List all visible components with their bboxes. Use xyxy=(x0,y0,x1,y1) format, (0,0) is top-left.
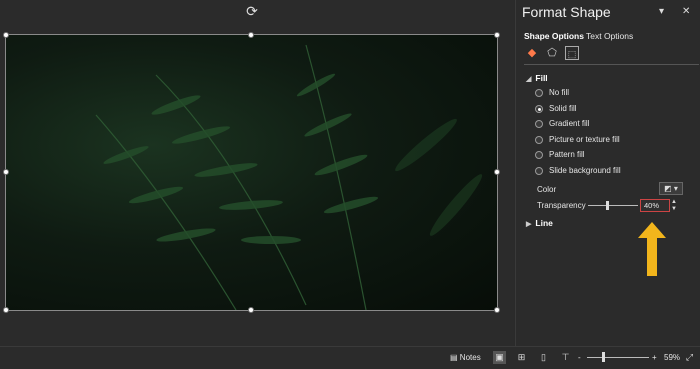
radio-circle[interactable] xyxy=(535,150,543,159)
resize-handle-top-right[interactable] xyxy=(494,32,500,38)
slide-sorter-view-icon[interactable]: ⊞ xyxy=(515,351,528,364)
size-properties-icon[interactable]: ⬚ xyxy=(565,46,579,60)
chevron-down-icon: ▾ xyxy=(673,184,678,193)
transparency-slider-track[interactable] xyxy=(588,205,638,206)
fill-section-header[interactable]: ◢ Fill xyxy=(526,73,548,83)
radio-label: Solid fill xyxy=(549,104,577,113)
fill-color-picker-button[interactable]: ◩ ▾ xyxy=(659,182,683,195)
spin-down-icon[interactable]: ▼ xyxy=(671,206,681,212)
slide-show-icon[interactable]: ⊤ xyxy=(559,351,572,364)
zoom-slider-thumb[interactable] xyxy=(602,352,605,362)
expand-triangle-icon: ▶ xyxy=(526,221,532,228)
resize-handle-right[interactable] xyxy=(494,169,500,175)
resize-handle-left[interactable] xyxy=(3,169,9,175)
chevron-down-icon[interactable]: ▾ xyxy=(659,6,664,17)
radio-gradient-fill[interactable]: Gradient fill xyxy=(535,119,589,131)
reading-view-icon[interactable]: ▯ xyxy=(537,351,550,364)
transparency-input[interactable]: 40% xyxy=(640,199,670,212)
radio-label: Gradient fill xyxy=(549,119,590,128)
format-shape-pane: Format Shape ▾ ✕ Shape Options Text Opti… xyxy=(515,0,700,346)
resize-handle-bottom-left[interactable] xyxy=(3,307,9,313)
transparency-label: Transparency xyxy=(537,201,586,210)
color-label: Color xyxy=(537,185,557,194)
zoom-out-button[interactable]: - xyxy=(578,351,581,364)
paint-bucket-icon: ◩ xyxy=(664,184,672,193)
line-section-header[interactable]: ▶ Line xyxy=(526,218,553,228)
collapse-triangle-icon: ◢ xyxy=(526,76,532,83)
radio-label: Pattern fill xyxy=(549,150,585,159)
radio-no-fill[interactable]: No fill xyxy=(535,88,569,100)
radio-circle[interactable] xyxy=(535,104,543,113)
line-section-label: Line xyxy=(535,218,553,228)
zoom-level[interactable]: 59% xyxy=(664,351,680,364)
radio-circle[interactable] xyxy=(535,119,543,128)
notes-icon: ▤ xyxy=(450,353,458,362)
radio-label: Slide background fill xyxy=(549,166,621,175)
fern-image-shape[interactable] xyxy=(5,34,498,311)
zoom-slider-track[interactable] xyxy=(587,357,649,358)
radio-label: No fill xyxy=(549,88,570,97)
normal-view-icon[interactable]: ▣ xyxy=(493,351,506,364)
radio-pattern-fill[interactable]: Pattern fill xyxy=(535,150,585,162)
slide-editing-canvas: ⟳ xyxy=(0,0,514,346)
close-icon[interactable]: ✕ xyxy=(682,6,690,17)
spin-up-icon[interactable]: ▲ xyxy=(671,199,681,205)
fern-leaves-picture xyxy=(95,44,483,310)
radio-circle[interactable] xyxy=(535,88,543,97)
radio-solid-fill[interactable]: Solid fill xyxy=(535,104,577,116)
rotate-handle-icon[interactable]: ⟳ xyxy=(245,4,259,18)
notes-button[interactable]: ▤ Notes xyxy=(450,351,481,364)
radio-circle[interactable] xyxy=(535,135,543,144)
radio-circle[interactable] xyxy=(535,166,543,175)
radio-picture-texture-fill[interactable]: Picture or texture fill xyxy=(535,135,620,147)
effects-pentagon-icon[interactable]: ⬠ xyxy=(545,46,559,60)
radio-slide-background-fill[interactable]: Slide background fill xyxy=(535,166,621,178)
yellow-annotation-arrow xyxy=(638,222,666,276)
fit-to-window-icon[interactable]: ⤢ xyxy=(683,351,696,364)
fill-line-icon[interactable]: ◆ xyxy=(525,46,539,60)
transparency-slider-thumb[interactable] xyxy=(606,201,609,210)
resize-handle-top[interactable] xyxy=(248,32,254,38)
tab-shape-options[interactable]: Shape Options xyxy=(524,31,584,41)
zoom-in-button[interactable]: + xyxy=(652,351,657,364)
resize-handle-bottom[interactable] xyxy=(248,307,254,313)
fill-section-label: Fill xyxy=(535,73,548,83)
notes-label: Notes xyxy=(459,353,481,362)
pane-title: Format Shape xyxy=(522,4,611,20)
tab-text-options[interactable]: Text Options xyxy=(586,31,633,41)
resize-handle-top-left[interactable] xyxy=(3,32,9,38)
resize-handle-bottom-right[interactable] xyxy=(494,307,500,313)
radio-label: Picture or texture fill xyxy=(549,135,620,144)
icon-tab-divider xyxy=(524,64,699,65)
